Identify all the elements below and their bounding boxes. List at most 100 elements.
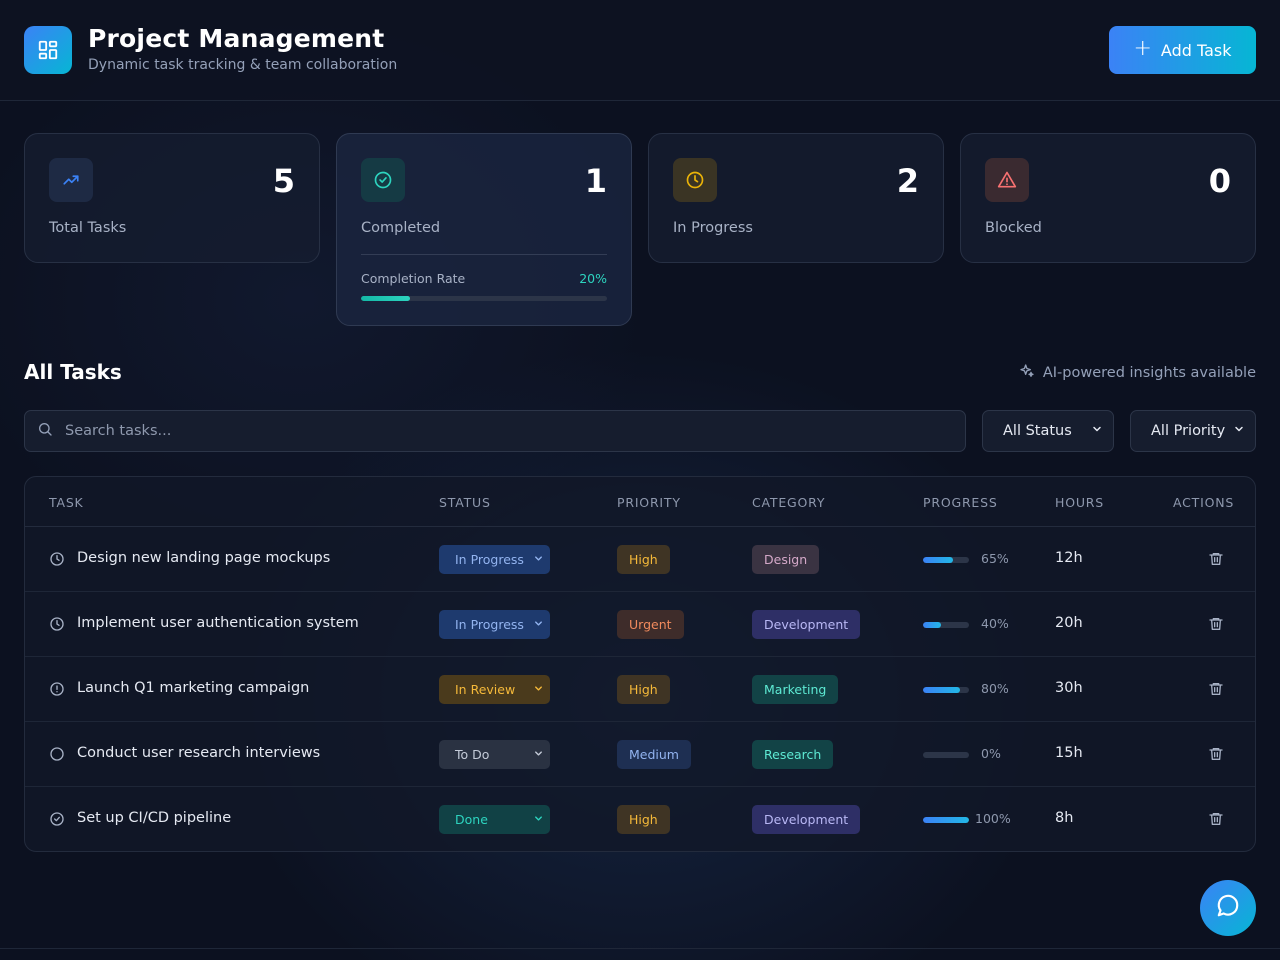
status-filter-select[interactable]: All Status <box>982 410 1114 452</box>
priority-badge: High <box>617 545 670 574</box>
progress-text: 100% <box>975 811 1011 826</box>
chevron-down-icon <box>533 747 544 762</box>
category-badge: Research <box>752 740 834 769</box>
check-circle-icon <box>361 158 405 202</box>
trash-icon[interactable] <box>1208 616 1224 632</box>
stat-label: Completed <box>361 220 441 236</box>
category-badge: Marketing <box>752 675 839 704</box>
stat-card-in-progress: 2 In Progress <box>648 133 944 263</box>
table-row: Design new landing page mockups In Progre… <box>25 527 1255 592</box>
column-header-category: CATEGORY <box>752 495 826 510</box>
search-icon <box>37 421 53 441</box>
category-badge: Design <box>752 545 820 574</box>
task-name[interactable]: Implement user authentication system <box>77 615 359 631</box>
stat-label: Blocked <box>985 220 1042 236</box>
progress-fill <box>923 687 960 693</box>
table-header: TASK STATUS PRIORITY CATEGORY PROGRESS H… <box>25 477 1255 527</box>
ai-insights-note: AI-powered insights available <box>1019 363 1256 383</box>
progress-bar <box>923 557 969 563</box>
task-name[interactable]: Launch Q1 marketing campaign <box>77 680 309 696</box>
completion-rate-value: 20% <box>579 271 607 286</box>
search-input[interactable] <box>65 423 965 439</box>
progress-fill <box>923 622 942 628</box>
chat-button[interactable] <box>1200 880 1256 936</box>
add-task-label: Add Task <box>1160 40 1232 60</box>
add-task-button[interactable]: + Add Task <box>1109 26 1256 74</box>
status-select[interactable]: In Progress <box>439 545 550 574</box>
page-title: Project Management <box>88 24 385 53</box>
status-value: To Do <box>455 747 490 762</box>
clock-icon <box>49 551 65 567</box>
stat-value: 1 <box>584 162 607 200</box>
progress-bar <box>923 817 969 823</box>
progress-text: 65% <box>981 551 1009 566</box>
task-name[interactable]: Set up CI/CD pipeline <box>77 810 231 826</box>
app-header: Project Management Dynamic task tracking… <box>0 0 1280 101</box>
status-value: In Progress <box>455 617 524 632</box>
status-select[interactable]: In Progress <box>439 610 550 639</box>
chevron-down-icon <box>533 617 544 632</box>
chevron-down-icon <box>533 552 544 567</box>
status-value: In Progress <box>455 552 524 567</box>
chevron-down-icon <box>1091 423 1103 439</box>
chat-bubble-icon <box>1215 893 1241 923</box>
completion-rate-label: Completion Rate <box>361 271 466 286</box>
trash-icon[interactable] <box>1208 681 1224 697</box>
dashboard-grid-icon <box>24 26 72 74</box>
stat-card-total-tasks: 5 Total Tasks <box>24 133 320 263</box>
progress-fill <box>923 817 969 823</box>
task-name[interactable]: Design new landing page mockups <box>77 550 330 566</box>
status-select[interactable]: Done <box>439 805 550 834</box>
priority-badge: High <box>617 675 670 704</box>
stat-value: 5 <box>272 162 295 200</box>
alert-circle-icon <box>49 681 65 697</box>
alert-triangle-icon <box>985 158 1029 202</box>
priority-badge: Urgent <box>617 610 684 639</box>
status-value: Done <box>455 812 488 827</box>
check-circle-icon <box>49 811 65 827</box>
table-row: Set up CI/CD pipeline Done High Development… <box>25 787 1255 851</box>
task-name[interactable]: Conduct user research interviews <box>77 745 320 761</box>
hours-value: 8h <box>1055 810 1074 826</box>
completion-rate-fill <box>361 296 411 301</box>
trash-icon[interactable] <box>1208 746 1224 762</box>
search-box <box>24 410 966 452</box>
clock-icon <box>49 616 65 632</box>
trash-icon[interactable] <box>1208 551 1224 567</box>
chevron-down-icon <box>533 682 544 697</box>
hours-value: 15h <box>1055 745 1083 761</box>
column-header-priority: PRIORITY <box>617 495 681 510</box>
column-header-hours: HOURS <box>1055 495 1105 510</box>
column-header-actions: ACTIONS <box>1173 495 1235 510</box>
progress-bar <box>923 622 969 628</box>
circle-icon <box>49 746 65 762</box>
hours-value: 30h <box>1055 680 1083 696</box>
ai-insights-text: AI-powered insights available <box>1042 365 1256 381</box>
table-row: Implement user authentication system In P… <box>25 592 1255 657</box>
progress-bar <box>923 687 969 693</box>
hours-value: 20h <box>1055 615 1083 631</box>
trending-up-icon <box>49 158 93 202</box>
progress-bar <box>923 752 969 758</box>
priority-filter-select[interactable]: All Priority <box>1130 410 1256 452</box>
status-value: In Review <box>455 682 516 697</box>
status-filter-value: All Status <box>1003 423 1072 439</box>
table-row: Launch Q1 marketing campaign In Review Hig… <box>25 657 1255 722</box>
tasks-table: TASK STATUS PRIORITY CATEGORY PROGRESS H… <box>24 476 1256 852</box>
plus-icon: + <box>1133 36 1152 61</box>
priority-filter-value: All Priority <box>1151 423 1226 439</box>
page-subtitle: Dynamic task tracking & team collaborati… <box>88 57 398 73</box>
progress-text: 0% <box>981 746 1001 761</box>
chevron-down-icon <box>533 812 544 827</box>
completion-rate-bar <box>361 296 607 301</box>
column-header-task: TASK <box>49 495 84 510</box>
trash-icon[interactable] <box>1208 811 1224 827</box>
section-title: All Tasks <box>24 360 122 384</box>
table-row: Conduct user research interviews To Do Med… <box>25 722 1255 787</box>
progress-fill <box>923 557 953 563</box>
column-header-status: STATUS <box>439 495 491 510</box>
sparkles-icon <box>1019 363 1035 383</box>
status-select[interactable]: To Do <box>439 740 550 769</box>
status-select[interactable]: In Review <box>439 675 550 704</box>
stat-value: 0 <box>1208 162 1231 200</box>
